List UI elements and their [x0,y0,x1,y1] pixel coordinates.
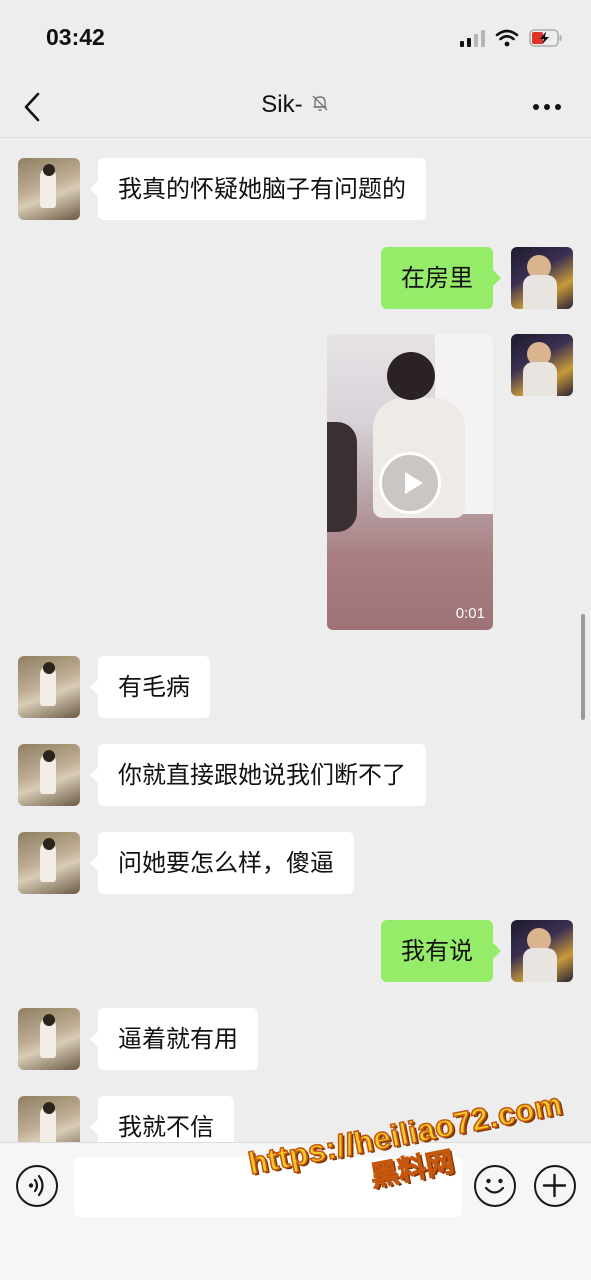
signal-icon [460,29,485,47]
bell-off-icon [310,93,330,117]
message-row: 问她要怎么样，傻逼 [0,832,591,894]
status-icons [460,26,563,50]
chat-title: Sik- [261,91,303,118]
message-bubble[interactable]: 你就直接跟她说我们断不了 [90,744,426,806]
voice-button[interactable] [16,1165,58,1207]
video-frame-shadow [327,422,357,532]
more-horizontal-icon-dot [533,104,539,110]
self-avatar[interactable] [511,247,573,309]
more-horizontal-icon-dot [544,104,550,110]
contact-avatar[interactable] [18,744,80,806]
message-row: 在房里 [0,247,591,309]
video-frame-person-head [387,352,435,400]
play-icon[interactable] [379,452,441,514]
contact-avatar[interactable] [18,158,80,220]
status-time: 03:42 [46,24,105,50]
video-message[interactable]: 0:01 [327,334,493,630]
message-bubble[interactable]: 逼着就有用 [90,1008,258,1070]
message-bubble[interactable]: 我真的怀疑她脑子有问题的 [90,158,426,220]
self-avatar[interactable] [511,334,573,396]
wifi-icon [495,29,519,47]
contact-avatar[interactable] [18,656,80,718]
self-avatar[interactable] [511,920,573,982]
scrollbar[interactable] [581,614,585,720]
message-row: 0:01 [0,334,591,630]
message-row: 逼着就有用 [0,1008,591,1070]
message-row: 我有说 [0,920,591,982]
message-bubble[interactable]: 问她要怎么样，傻逼 [90,832,354,894]
message-row: 你就直接跟她说我们断不了 [0,744,591,806]
message-bubble[interactable]: 我有说 [381,920,501,982]
chat-title-wrap: Sik- [0,91,591,119]
message-bubble[interactable]: 有毛病 [90,656,210,718]
contact-avatar[interactable] [18,1096,80,1142]
message-bubble[interactable]: 在房里 [381,247,501,309]
message-list[interactable]: 我真的怀疑她脑子有问题的 在房里 0:01 有毛病 你就直接跟她说我们断不了 问… [0,138,591,1142]
status-bar: 03:42 [0,0,591,75]
message-row: 有毛病 [0,656,591,718]
message-bubble[interactable]: 我就不信 [90,1096,234,1142]
more-horizontal-icon-dot [555,104,561,110]
more-options-button[interactable] [533,101,563,113]
voice-icon [28,1174,44,1197]
chat-header: Sik- [0,75,591,138]
battery-charging-icon [529,29,563,47]
contact-avatar[interactable] [18,1008,80,1070]
video-duration: 0:01 [455,605,485,622]
message-row: 我真的怀疑她脑子有问题的 [0,158,591,220]
contact-avatar[interactable] [18,832,80,894]
